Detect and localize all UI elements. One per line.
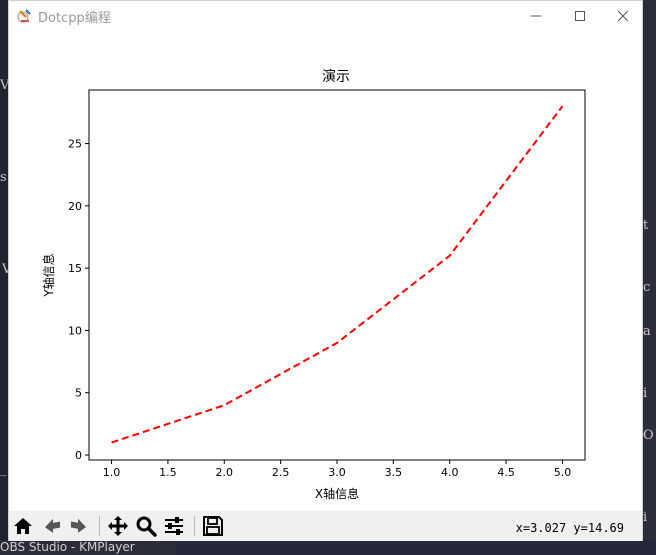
arrow-left-icon [45, 518, 60, 533]
configure-subplots-button[interactable] [162, 514, 186, 538]
background-left-strip: V s V _ [0, 0, 11, 555]
save-button[interactable] [201, 514, 225, 538]
background-letter: a [643, 324, 651, 339]
axes-frame [88, 89, 586, 461]
minimize-icon [531, 15, 541, 17]
x-tick-label: 3.5 [385, 466, 403, 479]
sliders-icon [165, 517, 183, 535]
magnifier-icon [136, 516, 157, 537]
arrow-right-icon [71, 518, 86, 533]
y-tick-label: 0 [75, 449, 82, 462]
home-icon [14, 518, 32, 534]
back-button[interactable] [40, 514, 64, 538]
background-letter: t [643, 218, 649, 233]
close-button[interactable] [600, 1, 646, 31]
x-tick-label: 1.0 [103, 466, 121, 479]
x-tick-label: 4.5 [497, 466, 515, 479]
maximize-button[interactable] [557, 1, 603, 31]
x-tick-label: 4.0 [441, 466, 459, 479]
minimize-button[interactable] [513, 1, 559, 31]
y-axis-label: Y轴信息 [41, 253, 56, 297]
background-letter: _ [0, 462, 7, 477]
background-letter: c [643, 280, 651, 295]
background-letter: s [0, 170, 7, 185]
floppy-disk-icon [203, 516, 223, 536]
y-axis-ticks: 0 5 10 15 20 25 [68, 138, 89, 462]
background-letter: O [643, 428, 654, 443]
line-chart: 演示 1.0 1.5 2.0 2.5 3.0 3.5 4.0 4.5 5.0 0 5 10 15 20 2… [41, 69, 586, 501]
pan-button[interactable] [106, 514, 130, 538]
y-tick-label: 10 [68, 324, 82, 337]
title-bar[interactable]: Dotcpp编程 [9, 1, 642, 31]
background-right-strip: t c a i O i [643, 0, 656, 555]
x-tick-label: 3.0 [328, 466, 346, 479]
taskbar-text: OBS Studio - KMPlayer [0, 540, 135, 554]
background-letter: i [643, 510, 648, 525]
forward-button[interactable] [67, 514, 91, 538]
figure-canvas[interactable]: 演示 1.0 1.5 2.0 2.5 3.0 3.5 4.0 4.5 5.0 0 5 10 15 20 2… [9, 31, 642, 511]
editor-strip [176, 540, 656, 555]
y-tick-label: 15 [68, 262, 82, 275]
x-tick-label: 1.5 [159, 466, 177, 479]
x-tick-label: 2.0 [216, 466, 234, 479]
zoom-button[interactable] [134, 514, 158, 538]
app-feather-icon [17, 9, 31, 23]
window-title: Dotcpp编程 [38, 11, 111, 26]
x-axis-ticks: 1.0 1.5 2.0 2.5 3.0 3.5 4.0 4.5 5.0 [103, 460, 571, 479]
x-axis-label: X轴信息 [315, 486, 359, 501]
maximize-icon [575, 11, 585, 21]
toolbar-separator [99, 516, 100, 536]
taskbar-strip: OBS Studio - KMPlayer [0, 540, 656, 555]
plot-window: Dotcpp编程 演示 1.0 1.5 2.0 2.5 3.0 3.5 4.0 4.5 5.0 … [8, 0, 643, 541]
y-tick-label: 5 [75, 387, 82, 400]
x-tick-label: 5.0 [554, 466, 572, 479]
background-letter: i [643, 386, 648, 401]
y-tick-label: 25 [68, 138, 82, 151]
cursor-coordinates: x=3.027 y=14.69 [515, 521, 624, 535]
toolbar-separator [194, 516, 195, 536]
navigation-toolbar: x=3.027 y=14.69 [9, 511, 642, 541]
home-button[interactable] [11, 514, 35, 538]
y-tick-label: 20 [68, 200, 82, 213]
x-tick-label: 2.5 [272, 466, 290, 479]
chart-title: 演示 [322, 69, 350, 85]
move-icon [108, 516, 128, 536]
close-icon [617, 10, 629, 22]
